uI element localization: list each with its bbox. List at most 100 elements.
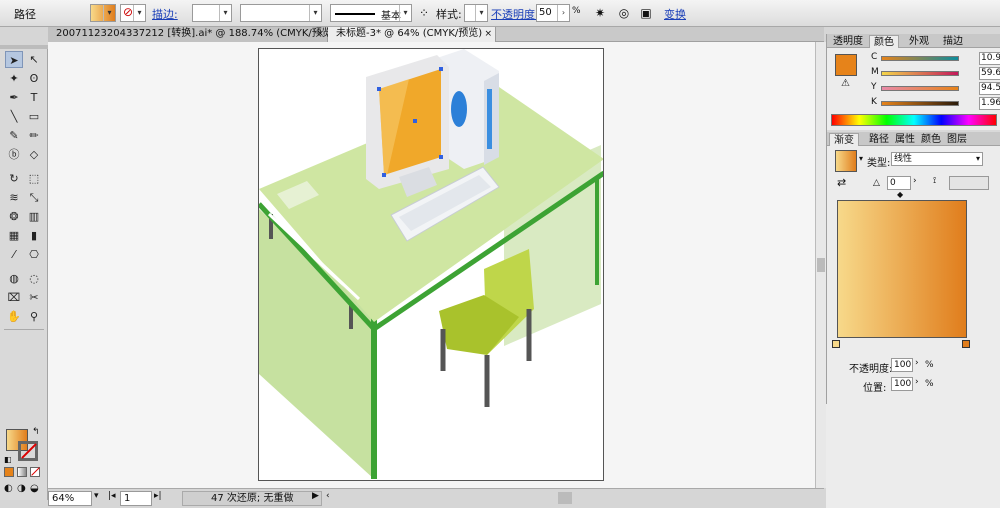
tool-mesh-icon[interactable]: ▦ — [5, 227, 23, 244]
prev-artboard-icon[interactable]: |◂ — [108, 491, 116, 501]
color-mode-icon[interactable] — [4, 467, 14, 477]
chevron-right-icon[interactable]: › — [915, 377, 919, 387]
tool-line-icon[interactable]: ╲ — [5, 108, 23, 125]
chevron-down-icon[interactable]: ▾ — [399, 5, 411, 21]
tool-pencil-icon[interactable]: ✏ — [25, 127, 43, 144]
tool-live-paint-select-icon[interactable]: ◌ — [25, 270, 43, 287]
chevron-down-icon[interactable]: ▾ — [219, 5, 231, 21]
scroll-left-icon[interactable]: ‹ — [326, 491, 330, 501]
tool-direct-select-icon[interactable]: ↖ — [25, 51, 43, 68]
chevron-right-icon[interactable]: › — [913, 176, 917, 186]
reverse-gradient-icon[interactable]: ⇄ — [837, 176, 846, 189]
default-colors-icon[interactable]: ◧ — [4, 455, 12, 464]
tab-gradient[interactable]: 渐变 — [829, 133, 859, 147]
location-field[interactable]: 100 — [891, 377, 913, 391]
tool-gradient-icon[interactable]: ▮ — [25, 227, 43, 244]
chevron-down-icon[interactable]: ▾ — [103, 5, 115, 21]
stroke-swatch[interactable]: ⊘ ▾ — [120, 4, 146, 22]
chevron-right-icon[interactable]: › — [915, 358, 919, 368]
chevron-down-icon[interactable]: ▾ — [133, 5, 145, 21]
artboard[interactable] — [258, 48, 604, 481]
close-icon[interactable]: × — [484, 27, 492, 41]
tab-document-1[interactable]: 20071123204337212 [转换].ai* @ 188.74% (CM… — [48, 27, 336, 42]
draw-mode-icon[interactable]: ◐ — [4, 483, 13, 494]
artboard-field[interactable]: 1 — [120, 491, 152, 506]
stroke-link[interactable]: 描边: — [152, 6, 178, 22]
out-of-gamut-icon[interactable]: ⚠ — [841, 78, 850, 89]
tool-lasso-icon[interactable]: ʘ — [25, 70, 43, 87]
anchor-point[interactable] — [382, 173, 386, 177]
anchor-point[interactable] — [439, 67, 443, 71]
tool-slice-icon[interactable]: ⌧ — [5, 289, 23, 306]
slider-m[interactable] — [881, 71, 959, 76]
tool-paintbrush-icon[interactable]: ✎ — [5, 127, 23, 144]
tab-pathfinder[interactable]: 路径 — [865, 133, 893, 147]
scroll-thumb[interactable] — [558, 492, 572, 504]
scroll-thumb[interactable] — [817, 258, 825, 272]
tab-appearance[interactable]: 外观 — [905, 35, 933, 49]
zoom-field[interactable]: 64% — [48, 491, 92, 506]
tool-hand-icon[interactable]: ✋ — [5, 308, 23, 325]
tool-pen-icon[interactable]: ✒ — [5, 89, 23, 106]
screen-mode-icon[interactable]: ◒ — [30, 483, 39, 494]
tools-grip[interactable] — [0, 45, 48, 49]
opacity-link[interactable]: 不透明度: — [491, 6, 539, 22]
tool-rectangle-icon[interactable]: ▭ — [25, 108, 43, 125]
swap-icon[interactable]: ↰ — [32, 427, 40, 437]
tool-free-transform-icon[interactable]: ⤡ — [25, 189, 43, 206]
gradient-thumbnail[interactable] — [835, 150, 857, 172]
chevron-right-icon[interactable]: › — [557, 5, 569, 21]
next-artboard-icon[interactable]: ▸| — [154, 491, 162, 501]
document-setup-icon[interactable]: ◎ — [616, 5, 632, 21]
gradient-stop-start[interactable] — [832, 340, 840, 348]
tool-warp-icon[interactable]: ≋ — [5, 189, 23, 206]
tool-rotate-icon[interactable]: ↻ — [5, 170, 23, 187]
slider-k[interactable] — [881, 101, 959, 106]
gradient-type-select[interactable]: 线性 ▾ — [891, 152, 983, 166]
tool-blob-brush-icon[interactable]: ⓑ — [5, 146, 23, 163]
value-c[interactable]: 10.98 — [979, 52, 1000, 65]
chevron-down-icon[interactable]: ▾ — [94, 491, 99, 501]
tool-magic-wand-icon[interactable]: ✦ — [5, 70, 23, 87]
chevron-down-icon[interactable]: ▾ — [475, 5, 487, 21]
aspect-field[interactable] — [949, 176, 989, 190]
tool-scissors-icon[interactable]: ✂ — [25, 289, 43, 306]
tab-color[interactable]: 颜色 — [869, 35, 899, 49]
value-m[interactable]: 59.61 — [979, 67, 1000, 80]
value-y[interactable]: 94.51 — [979, 82, 1000, 95]
variable-width-field[interactable]: ▾ — [240, 4, 322, 22]
tab-attributes[interactable]: 属性 — [891, 133, 919, 147]
recolor-icon[interactable]: ✷ — [592, 5, 608, 21]
tool-type-icon[interactable]: T — [25, 89, 43, 106]
chevron-right-icon[interactable]: ▶ — [312, 491, 319, 501]
tool-blend-icon[interactable]: ⎔ — [25, 246, 43, 263]
chevron-down-icon[interactable]: ▾ — [309, 5, 321, 21]
tool-eraser-icon[interactable]: ◇ — [25, 146, 43, 163]
graphic-style-swatch[interactable]: ▾ — [464, 4, 488, 22]
gradient-mode-icon[interactable] — [17, 467, 27, 477]
tab-transparency[interactable]: 透明度 — [829, 35, 867, 49]
slider-y[interactable] — [881, 86, 959, 91]
undo-status[interactable]: 47 次还原; 无重做 — [182, 491, 322, 506]
close-icon[interactable]: × — [316, 27, 324, 41]
slider-c[interactable] — [881, 56, 959, 61]
value-k[interactable]: 1.96 — [979, 97, 1000, 110]
anchor-point[interactable] — [377, 87, 381, 91]
tab-document-2[interactable]: 未标题-3* @ 64% (CMYK/预览) × — [328, 27, 496, 42]
gradient-slider[interactable] — [837, 200, 967, 338]
gradient-stop-end[interactable] — [962, 340, 970, 348]
arrange-icon[interactable]: ⁘ — [416, 5, 432, 21]
draw-behind-icon[interactable]: ◑ — [17, 483, 26, 494]
fill-swatch[interactable]: ▾ — [90, 4, 116, 22]
tool-zoom-icon[interactable]: ⚲ — [25, 308, 43, 325]
color-swatch[interactable] — [835, 54, 857, 76]
anchor-point[interactable] — [413, 119, 417, 123]
opacity-field[interactable]: 50 › — [536, 4, 570, 22]
tool-column-graph-icon[interactable]: ▥ — [25, 208, 43, 225]
color-spectrum[interactable] — [831, 114, 997, 126]
transform-link[interactable]: 变换 — [664, 6, 686, 22]
chevron-down-icon[interactable]: ▾ — [859, 154, 863, 163]
tool-scale-icon[interactable]: ⬚ — [25, 170, 43, 187]
stroke-color-box[interactable] — [18, 441, 38, 461]
tool-symbol-sprayer-icon[interactable]: ❂ — [5, 208, 23, 225]
